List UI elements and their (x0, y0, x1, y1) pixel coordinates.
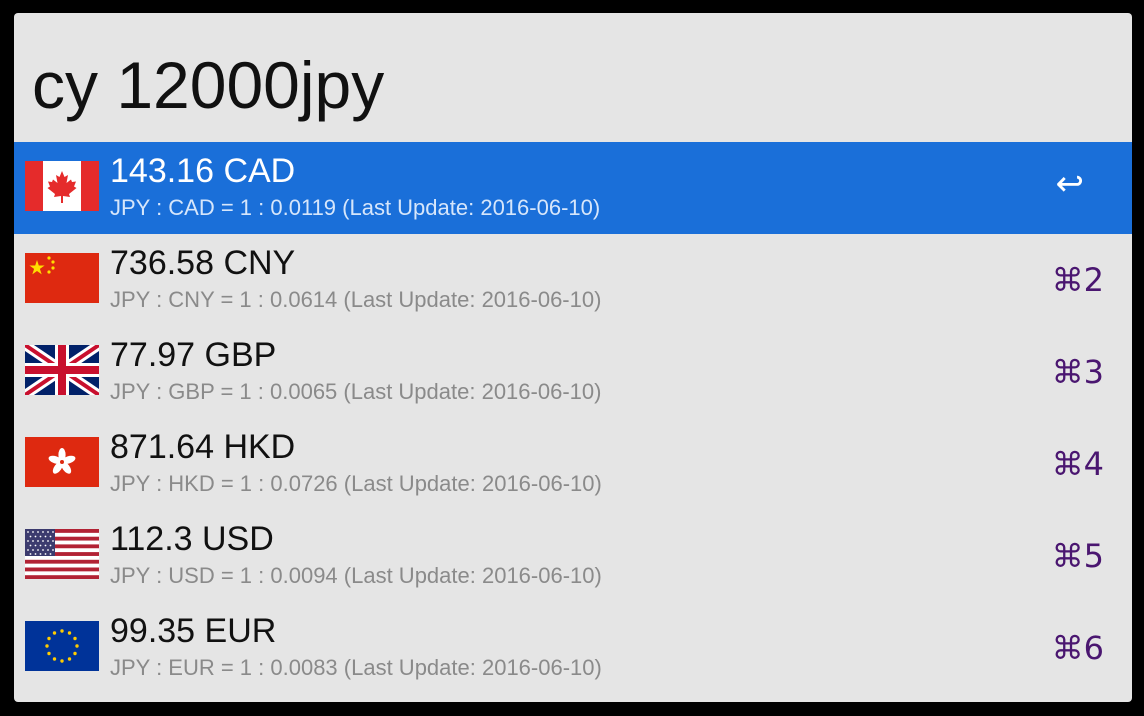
launcher-window: 143.16 CAD JPY : CAD = 1 : 0.0119 (Last … (14, 13, 1132, 702)
return-key-icon: ↩ (1055, 164, 1085, 204)
hong-kong-flag-icon (25, 437, 99, 487)
result-title: 736.58 CNY (110, 244, 296, 282)
result-title: 99.35 EUR (110, 612, 277, 650)
uk-flag-icon (25, 345, 99, 395)
result-subtitle: JPY : HKD = 1 : 0.0726 (Last Update: 201… (110, 471, 602, 496)
shortcut-label: ⌘2 (1051, 261, 1104, 299)
eu-flag-icon (25, 621, 99, 671)
result-row-hkd[interactable]: 871.64 HKD JPY : HKD = 1 : 0.0726 (Last … (14, 418, 1132, 510)
shortcut-label: ⌘3 (1051, 353, 1104, 391)
shortcut-label: ⌘4 (1051, 445, 1104, 483)
result-title: 871.64 HKD (110, 428, 296, 466)
result-subtitle: JPY : GBP = 1 : 0.0065 (Last Update: 201… (110, 379, 602, 404)
results-list: 143.16 CAD JPY : CAD = 1 : 0.0119 (Last … (14, 142, 1132, 694)
china-flag-icon (25, 253, 99, 303)
result-subtitle: JPY : CNY = 1 : 0.0614 (Last Update: 201… (110, 287, 602, 312)
shortcut-label: ⌘5 (1051, 537, 1104, 575)
result-row-eur[interactable]: 99.35 EUR JPY : EUR = 1 : 0.0083 (Last U… (14, 602, 1132, 694)
canada-flag-icon (25, 161, 99, 211)
shortcut-label: ⌘6 (1051, 629, 1104, 667)
us-flag-icon (25, 529, 99, 579)
result-row-gbp[interactable]: 77.97 GBP JPY : GBP = 1 : 0.0065 (Last U… (14, 326, 1132, 418)
result-subtitle: JPY : USD = 1 : 0.0094 (Last Update: 201… (110, 563, 602, 588)
search-input[interactable] (32, 45, 1112, 125)
result-subtitle: JPY : EUR = 1 : 0.0083 (Last Update: 201… (110, 655, 602, 680)
result-row-usd[interactable]: 112.3 USD JPY : USD = 1 : 0.0094 (Last U… (14, 510, 1132, 602)
result-title: 143.16 CAD (110, 152, 296, 190)
result-row-cny[interactable]: 736.58 CNY JPY : CNY = 1 : 0.0614 (Last … (14, 234, 1132, 326)
result-subtitle: JPY : CAD = 1 : 0.0119 (Last Update: 201… (110, 195, 601, 220)
result-title: 112.3 USD (110, 520, 274, 558)
result-row-cad[interactable]: 143.16 CAD JPY : CAD = 1 : 0.0119 (Last … (14, 142, 1132, 234)
result-title: 77.97 GBP (110, 336, 277, 374)
